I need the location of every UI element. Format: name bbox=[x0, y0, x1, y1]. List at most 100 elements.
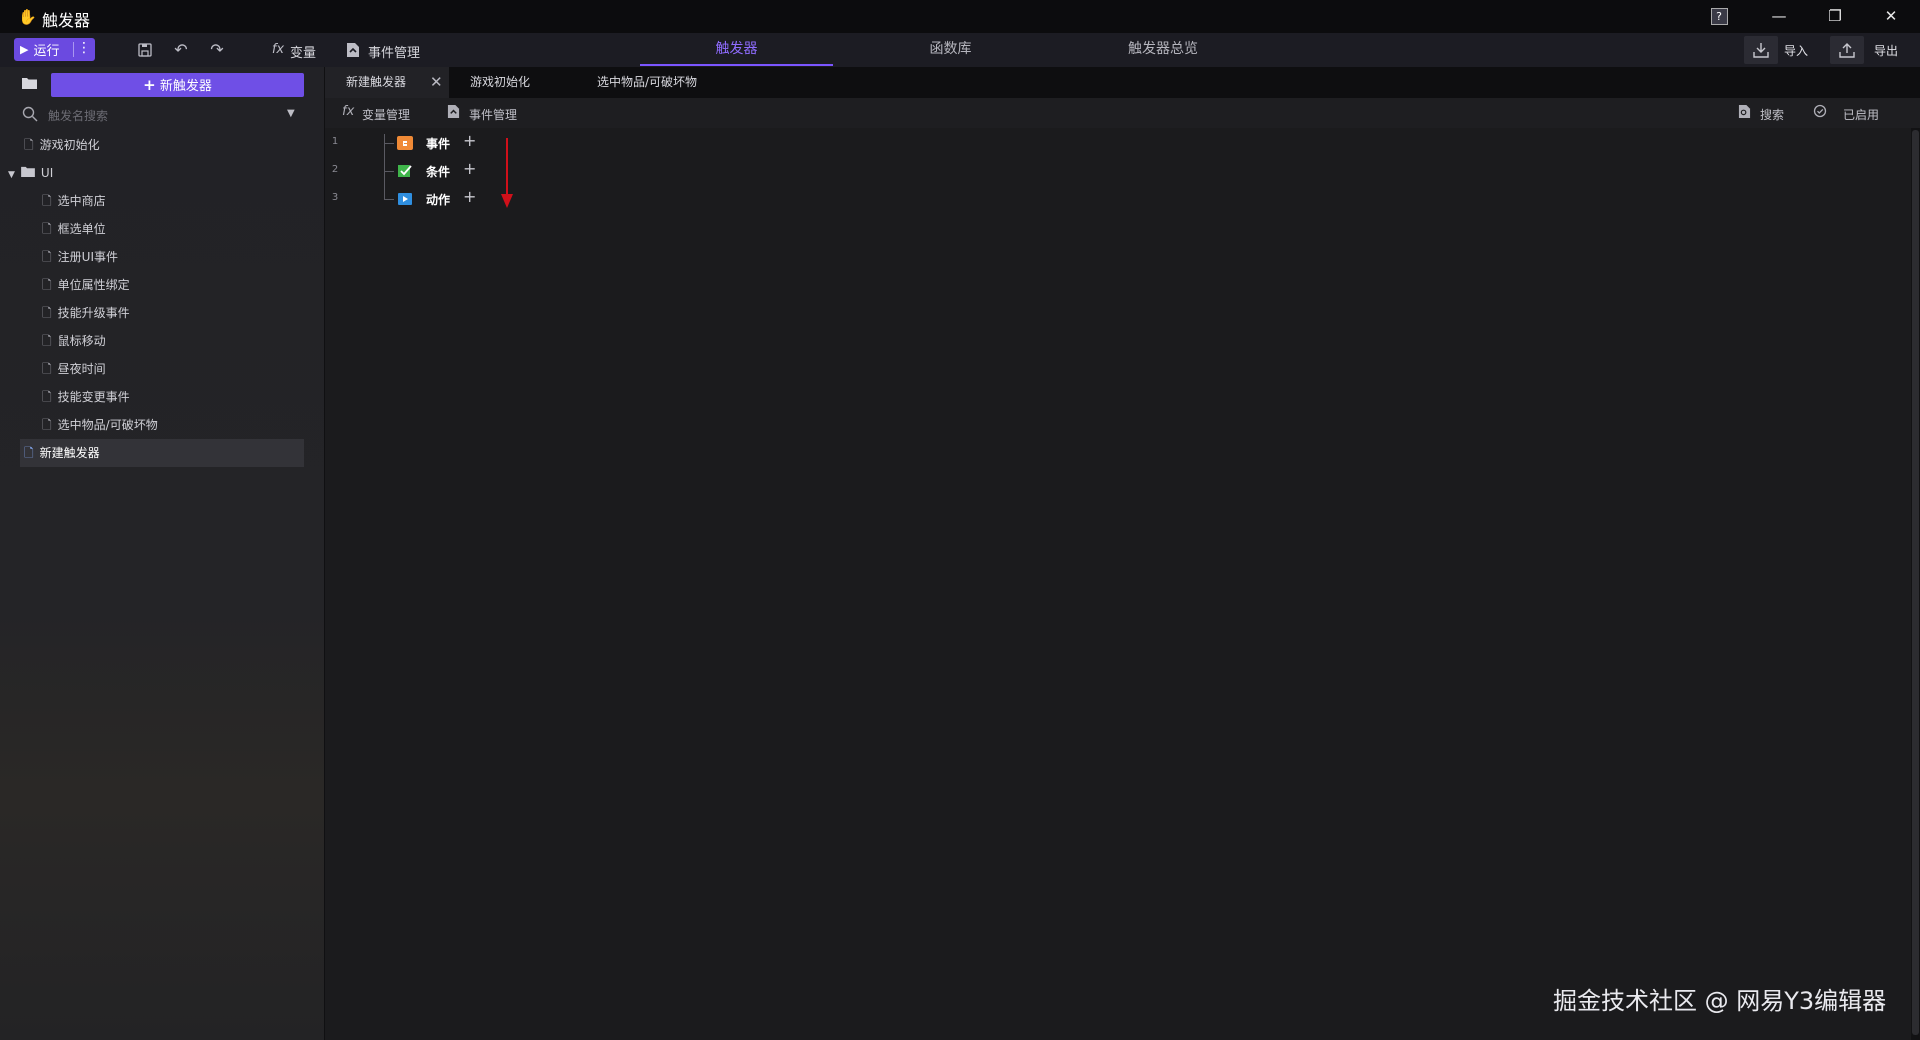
enabled-toggle[interactable]: 已启用 bbox=[1843, 106, 1879, 123]
event-manager-button[interactable]: 事件管理 bbox=[469, 106, 517, 123]
editor-tab-select-item[interactable]: 选中物品/可破坏物 bbox=[597, 67, 697, 98]
enabled-icon[interactable] bbox=[1813, 104, 1827, 122]
tree-connector bbox=[384, 171, 394, 172]
editor-sub-toolbar bbox=[325, 98, 1920, 129]
file-icon: 🗋 bbox=[42, 250, 52, 264]
variable-manager-fx-icon[interactable]: fx bbox=[342, 104, 354, 119]
tree-item-skill-upgrade[interactable]: 🗋 技能升级事件 bbox=[42, 299, 130, 327]
condition-icon bbox=[397, 164, 413, 178]
tree-item-select-item[interactable]: 🗋 选中物品/可破坏物 bbox=[42, 411, 158, 439]
event-manager-icon[interactable] bbox=[341, 38, 365, 62]
tree-item-label: 选中商店 bbox=[57, 194, 106, 208]
tree-item-label: 单位属性绑定 bbox=[57, 278, 130, 292]
tree-item-box-select-unit[interactable]: 🗋 框选单位 bbox=[42, 215, 106, 243]
help-glyph: ? bbox=[1710, 8, 1728, 25]
add-event-button[interactable]: + bbox=[463, 131, 476, 150]
add-action-button[interactable]: + bbox=[463, 187, 476, 206]
file-icon: 🗋 bbox=[42, 306, 52, 320]
tree-item-label: 选中物品/可破坏物 bbox=[57, 418, 158, 432]
file-icon: 🗋 bbox=[42, 334, 52, 348]
folder-icon[interactable] bbox=[22, 77, 37, 93]
active-tab-indicator bbox=[640, 64, 833, 66]
event-row-label[interactable]: 事件 bbox=[426, 135, 450, 152]
file-icon: 🗋 bbox=[24, 446, 34, 460]
search-doc-icon[interactable] bbox=[1738, 104, 1751, 123]
annotation-arrow-icon bbox=[501, 138, 513, 208]
watermark-text: 掘金技术社区 @ 网易Y3编辑器 bbox=[1553, 987, 1887, 1015]
event-manager-icon[interactable] bbox=[447, 104, 460, 123]
tree-item-label: 鼠标移动 bbox=[57, 334, 106, 348]
save-icon[interactable] bbox=[133, 38, 157, 62]
trigger-editor-canvas[interactable] bbox=[325, 128, 1911, 1040]
close-tab-icon[interactable]: ✕ bbox=[430, 67, 443, 98]
file-icon: 🗋 bbox=[42, 390, 52, 404]
search-button[interactable]: 搜索 bbox=[1760, 106, 1784, 123]
editor-tab-bar bbox=[325, 67, 1920, 98]
tree-folder-ui[interactable]: ▼ UI bbox=[8, 159, 53, 187]
line-number: 1 bbox=[331, 136, 339, 147]
tree-item-label: 注册UI事件 bbox=[57, 250, 118, 264]
window-title: 触发器 bbox=[42, 11, 91, 30]
variable-manager-button[interactable]: 变量管理 bbox=[362, 106, 410, 123]
tree-item-label: UI bbox=[40, 166, 54, 180]
tree-item-label: 游戏初始化 bbox=[39, 138, 100, 152]
tree-item-skill-change[interactable]: 🗋 技能变更事件 bbox=[42, 383, 130, 411]
file-icon: 🗋 bbox=[42, 418, 52, 432]
title-bar bbox=[0, 0, 1920, 33]
export-button[interactable]: 导出 bbox=[1874, 42, 1898, 59]
help-icon[interactable]: ? bbox=[1696, 0, 1742, 33]
plus-icon: + bbox=[143, 76, 156, 94]
folder-icon bbox=[21, 166, 35, 180]
editor-tab-new-trigger[interactable]: 新建触发器 bbox=[346, 67, 406, 98]
file-icon: 🗋 bbox=[24, 138, 34, 152]
variable-fx-icon[interactable]: fx bbox=[266, 38, 290, 62]
tree-connector bbox=[384, 143, 394, 144]
line-number: 2 bbox=[331, 164, 339, 175]
restore-button[interactable]: ❐ bbox=[1812, 0, 1858, 33]
file-icon: 🗋 bbox=[42, 278, 52, 292]
tab-trigger[interactable]: 触发器 bbox=[640, 33, 833, 67]
run-button[interactable]: ▶ 运行 ⋮ bbox=[14, 38, 95, 61]
tree-connector bbox=[384, 199, 394, 200]
close-window-button[interactable]: ✕ bbox=[1868, 0, 1914, 33]
redo-icon[interactable]: ↷ bbox=[205, 38, 229, 62]
tree-item-label: 新建触发器 bbox=[39, 446, 100, 460]
tree-item-unit-attr-bind[interactable]: 🗋 单位属性绑定 bbox=[42, 271, 130, 299]
event-manager-button[interactable]: 事件管理 bbox=[368, 42, 420, 61]
tree-item-mouse-move[interactable]: 🗋 鼠标移动 bbox=[42, 327, 106, 355]
import-icon-button[interactable] bbox=[1744, 36, 1778, 64]
tree-item-game-init[interactable]: 🗋 游戏初始化 bbox=[24, 131, 100, 159]
tree-item-select-shop[interactable]: 🗋 选中商店 bbox=[42, 187, 106, 215]
caret-down-icon: ▼ bbox=[8, 170, 15, 180]
file-icon: 🗋 bbox=[42, 194, 52, 208]
action-row-label[interactable]: 动作 bbox=[426, 191, 450, 208]
add-condition-button[interactable]: + bbox=[463, 159, 476, 178]
tree-item-day-night[interactable]: 🗋 昼夜时间 bbox=[42, 355, 106, 383]
run-options-icon[interactable]: ⋮ bbox=[76, 40, 92, 56]
new-trigger-button[interactable]: + 新触发器 bbox=[51, 73, 304, 97]
tree-item-label: 技能变更事件 bbox=[57, 390, 130, 404]
app-hand-icon: ✋ bbox=[18, 8, 37, 26]
condition-row-label[interactable]: 条件 bbox=[426, 163, 450, 180]
variables-button[interactable]: 变量 bbox=[290, 42, 316, 61]
new-trigger-label: 新触发器 bbox=[159, 79, 212, 94]
tree-item-label: 技能升级事件 bbox=[57, 306, 130, 320]
action-icon bbox=[397, 192, 413, 206]
scrollbar-thumb[interactable] bbox=[1912, 130, 1919, 1035]
tree-item-new-trigger[interactable]: 🗋 新建触发器 bbox=[24, 439, 100, 467]
run-label: 运行 bbox=[33, 44, 60, 59]
tree-item-label: 框选单位 bbox=[57, 222, 106, 236]
import-button[interactable]: 导入 bbox=[1784, 42, 1808, 59]
tree-item-register-ui-event[interactable]: 🗋 注册UI事件 bbox=[42, 243, 118, 271]
trigger-search-input[interactable] bbox=[46, 104, 286, 128]
editor-tab-game-init[interactable]: 游戏初始化 bbox=[470, 67, 530, 98]
minimize-button[interactable]: — bbox=[1756, 0, 1802, 33]
play-icon: ▶ bbox=[20, 43, 29, 56]
search-icon bbox=[22, 106, 38, 126]
tree-item-label: 昼夜时间 bbox=[57, 362, 106, 376]
tab-function-library[interactable]: 函数库 bbox=[858, 33, 1043, 67]
search-dropdown-icon[interactable]: ▼ bbox=[287, 108, 295, 119]
undo-icon[interactable]: ↶ bbox=[169, 38, 193, 62]
export-icon-button[interactable] bbox=[1830, 36, 1864, 64]
tab-trigger-overview[interactable]: 触发器总览 bbox=[1068, 33, 1258, 67]
